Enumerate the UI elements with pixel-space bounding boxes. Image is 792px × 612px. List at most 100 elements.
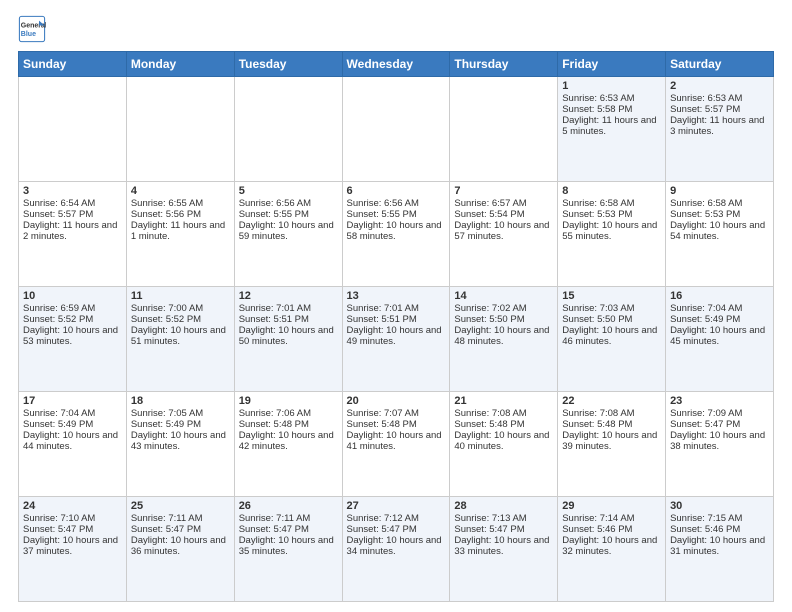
day-info: Sunset: 5:46 PM [670,524,769,535]
day-info: Sunrise: 6:59 AM [23,303,122,314]
day-info: Sunrise: 7:11 AM [239,513,338,524]
day-info: Daylight: 10 hours and 42 minutes. [239,430,338,452]
day-info: Sunset: 5:53 PM [670,209,769,220]
day-info: Sunrise: 7:04 AM [670,303,769,314]
day-info: Sunset: 5:49 PM [670,314,769,325]
day-info: Daylight: 10 hours and 39 minutes. [562,430,661,452]
day-info: Daylight: 10 hours and 57 minutes. [454,220,553,242]
day-info: Sunrise: 7:08 AM [454,408,553,419]
day-info: Sunrise: 7:08 AM [562,408,661,419]
calendar-cell: 21Sunrise: 7:08 AMSunset: 5:48 PMDayligh… [450,392,558,497]
day-info: Sunrise: 7:02 AM [454,303,553,314]
page: General Blue SundayMondayTuesdayWednesda… [0,0,792,612]
day-info: Daylight: 10 hours and 45 minutes. [670,325,769,347]
col-header-thursday: Thursday [450,52,558,77]
day-number: 18 [131,395,230,407]
day-number: 7 [454,185,553,197]
calendar-cell [126,77,234,182]
day-info: Sunrise: 6:57 AM [454,198,553,209]
calendar-table: SundayMondayTuesdayWednesdayThursdayFrid… [18,51,774,602]
day-number: 17 [23,395,122,407]
day-info: Sunset: 5:52 PM [131,314,230,325]
calendar-cell: 16Sunrise: 7:04 AMSunset: 5:49 PMDayligh… [666,287,774,392]
day-info: Sunset: 5:48 PM [347,419,446,430]
day-info: Sunrise: 7:00 AM [131,303,230,314]
day-info: Daylight: 10 hours and 53 minutes. [23,325,122,347]
day-info: Sunrise: 7:11 AM [131,513,230,524]
day-info: Sunrise: 6:55 AM [131,198,230,209]
col-header-wednesday: Wednesday [342,52,450,77]
calendar-cell: 2Sunrise: 6:53 AMSunset: 5:57 PMDaylight… [666,77,774,182]
calendar-cell: 22Sunrise: 7:08 AMSunset: 5:48 PMDayligh… [558,392,666,497]
col-header-monday: Monday [126,52,234,77]
day-number: 13 [347,290,446,302]
col-header-friday: Friday [558,52,666,77]
calendar-cell: 18Sunrise: 7:05 AMSunset: 5:49 PMDayligh… [126,392,234,497]
day-number: 5 [239,185,338,197]
col-header-sunday: Sunday [19,52,127,77]
col-header-saturday: Saturday [666,52,774,77]
day-info: Sunrise: 7:07 AM [347,408,446,419]
calendar-cell [234,77,342,182]
day-info: Sunset: 5:57 PM [23,209,122,220]
day-info: Sunrise: 6:53 AM [562,93,661,104]
day-info: Sunset: 5:48 PM [562,419,661,430]
day-info: Sunrise: 7:04 AM [23,408,122,419]
day-number: 22 [562,395,661,407]
day-number: 11 [131,290,230,302]
calendar-cell: 19Sunrise: 7:06 AMSunset: 5:48 PMDayligh… [234,392,342,497]
calendar-cell: 14Sunrise: 7:02 AMSunset: 5:50 PMDayligh… [450,287,558,392]
calendar-week-row: 10Sunrise: 6:59 AMSunset: 5:52 PMDayligh… [19,287,774,392]
day-info: Sunrise: 7:12 AM [347,513,446,524]
day-info: Sunrise: 7:09 AM [670,408,769,419]
day-number: 24 [23,500,122,512]
day-info: Daylight: 10 hours and 58 minutes. [347,220,446,242]
calendar-cell: 4Sunrise: 6:55 AMSunset: 5:56 PMDaylight… [126,182,234,287]
calendar-cell [450,77,558,182]
day-info: Daylight: 10 hours and 32 minutes. [562,535,661,557]
day-number: 29 [562,500,661,512]
day-info: Daylight: 10 hours and 38 minutes. [670,430,769,452]
calendar-cell: 12Sunrise: 7:01 AMSunset: 5:51 PMDayligh… [234,287,342,392]
day-number: 10 [23,290,122,302]
day-number: 8 [562,185,661,197]
col-header-tuesday: Tuesday [234,52,342,77]
day-info: Sunrise: 6:56 AM [347,198,446,209]
day-info: Sunrise: 6:53 AM [670,93,769,104]
day-info: Sunset: 5:47 PM [131,524,230,535]
header: General Blue [18,15,774,43]
day-info: Daylight: 11 hours and 1 minute. [131,220,230,242]
calendar-week-row: 1Sunrise: 6:53 AMSunset: 5:58 PMDaylight… [19,77,774,182]
day-number: 15 [562,290,661,302]
day-info: Sunset: 5:47 PM [23,524,122,535]
day-info: Daylight: 10 hours and 51 minutes. [131,325,230,347]
day-info: Sunset: 5:53 PM [562,209,661,220]
day-info: Daylight: 10 hours and 43 minutes. [131,430,230,452]
day-info: Daylight: 10 hours and 34 minutes. [347,535,446,557]
day-info: Daylight: 11 hours and 3 minutes. [670,115,769,137]
day-info: Daylight: 10 hours and 46 minutes. [562,325,661,347]
svg-text:Blue: Blue [21,31,36,38]
day-info: Sunset: 5:47 PM [347,524,446,535]
calendar-cell: 15Sunrise: 7:03 AMSunset: 5:50 PMDayligh… [558,287,666,392]
calendar-cell: 3Sunrise: 6:54 AMSunset: 5:57 PMDaylight… [19,182,127,287]
calendar-cell: 13Sunrise: 7:01 AMSunset: 5:51 PMDayligh… [342,287,450,392]
day-info: Sunrise: 7:05 AM [131,408,230,419]
calendar-cell: 28Sunrise: 7:13 AMSunset: 5:47 PMDayligh… [450,497,558,602]
day-number: 20 [347,395,446,407]
logo-icon: General Blue [18,15,46,43]
day-info: Daylight: 10 hours and 50 minutes. [239,325,338,347]
day-number: 12 [239,290,338,302]
day-info: Sunrise: 6:56 AM [239,198,338,209]
day-number: 25 [131,500,230,512]
day-info: Sunrise: 7:01 AM [347,303,446,314]
day-number: 3 [23,185,122,197]
day-info: Sunrise: 7:03 AM [562,303,661,314]
day-info: Sunrise: 7:01 AM [239,303,338,314]
calendar-cell: 1Sunrise: 6:53 AMSunset: 5:58 PMDaylight… [558,77,666,182]
day-number: 9 [670,185,769,197]
day-info: Daylight: 10 hours and 44 minutes. [23,430,122,452]
day-info: Sunrise: 6:58 AM [562,198,661,209]
day-info: Sunset: 5:55 PM [239,209,338,220]
day-number: 23 [670,395,769,407]
